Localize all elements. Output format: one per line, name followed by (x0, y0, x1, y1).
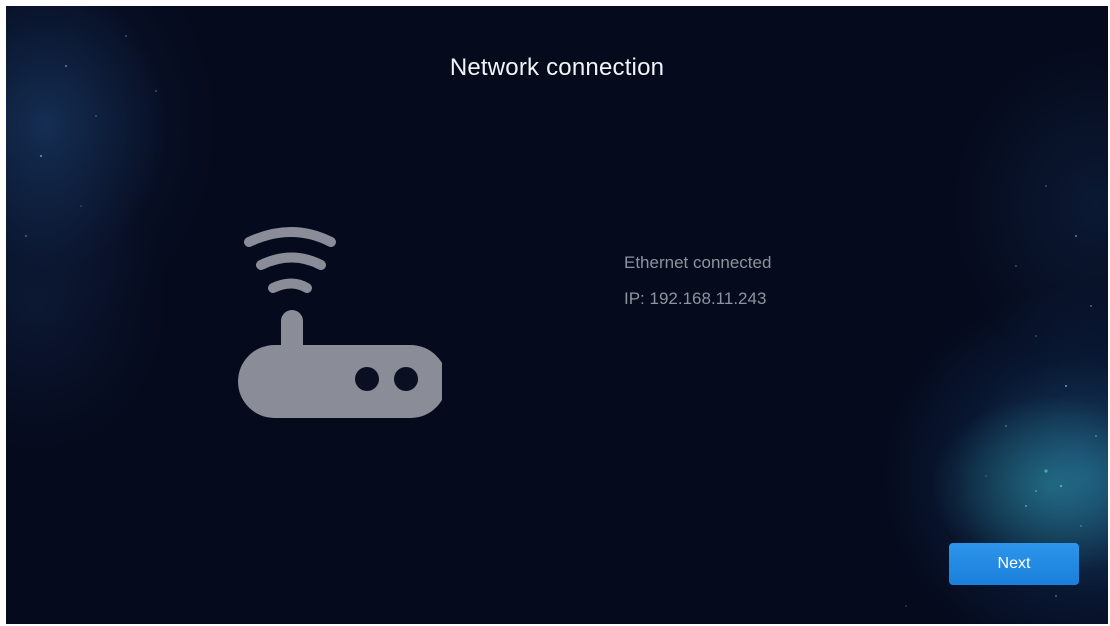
network-setup-screen: Network connection Ethernet connected IP… (6, 6, 1108, 624)
starfield-background (25, 35, 1097, 607)
page-title: Network connection (449, 54, 665, 81)
next-button[interactable]: Next (949, 543, 1079, 585)
connection-status: Ethernet connected IP: 192.168.11.243 (624, 245, 771, 317)
ethernet-status-text: Ethernet connected (624, 253, 772, 272)
ip-address-text: IP: 192.168.11.243 (624, 289, 767, 308)
router-wifi-icon (238, 227, 442, 418)
